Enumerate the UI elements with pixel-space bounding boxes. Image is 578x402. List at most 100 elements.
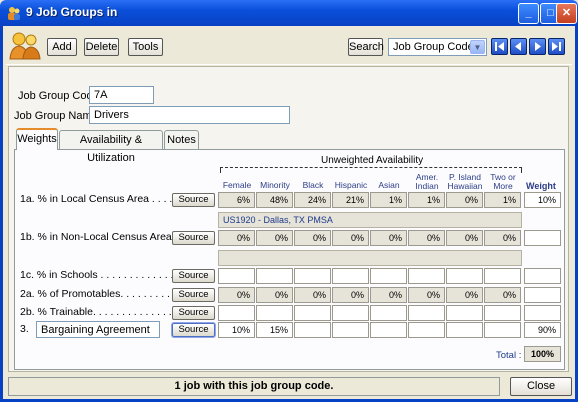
source-button[interactable]: Source — [171, 322, 216, 338]
availability-cell[interactable]: 0% — [370, 230, 407, 246]
availability-cell[interactable]: 0% — [294, 287, 331, 303]
source-button[interactable]: Source — [172, 306, 215, 320]
availability-cell[interactable] — [408, 268, 445, 284]
availability-cell[interactable]: 10% — [218, 322, 255, 338]
availability-cell[interactable] — [256, 268, 293, 284]
delete-button[interactable]: Delete — [84, 38, 119, 56]
availability-cell[interactable] — [332, 322, 369, 338]
availability-cell[interactable] — [446, 268, 483, 284]
availability-cell[interactable] — [484, 268, 521, 284]
weight-column-header: Weight — [526, 181, 556, 191]
first-record-button[interactable] — [491, 38, 508, 55]
minimize-icon: _ — [525, 7, 532, 19]
tab-weights[interactable]: Weights — [16, 128, 58, 150]
availability-cell[interactable]: 0% — [256, 287, 293, 303]
availability-cell[interactable]: 21% — [332, 192, 369, 208]
row-label: 1a. % in Local Census Area . . . . . . .… — [20, 193, 196, 205]
availability-cell[interactable] — [332, 268, 369, 284]
search-field-value: Job Group Code — [393, 41, 474, 53]
maximize-icon: □ — [547, 7, 554, 19]
availability-cell[interactable] — [446, 322, 483, 338]
row-label: 1c. % in Schools . . . . . . . . . . . .… — [20, 269, 197, 281]
availability-cell[interactable]: 0% — [446, 230, 483, 246]
availability-cell[interactable]: 6% — [218, 192, 255, 208]
availability-cell[interactable] — [484, 305, 521, 321]
availability-cell[interactable] — [294, 305, 331, 321]
previous-icon — [515, 42, 521, 51]
availability-cell[interactable] — [294, 268, 331, 284]
availability-cell[interactable]: 0% — [446, 192, 483, 208]
job-group-code-input[interactable]: 7A — [89, 86, 154, 104]
availability-cell[interactable]: 0% — [408, 230, 445, 246]
availability-cell[interactable] — [370, 305, 407, 321]
availability-cell[interactable]: 48% — [256, 192, 293, 208]
weight-input[interactable]: 90% — [524, 322, 561, 338]
row-label: 2b. % Trainable. . . . . . . . . . . . .… — [20, 306, 196, 318]
last-record-button[interactable] — [548, 38, 565, 55]
weight-input[interactable] — [524, 268, 561, 284]
window-title: 9 Job Groups in — [26, 5, 118, 19]
search-button[interactable]: Search — [348, 38, 384, 56]
availability-cell[interactable] — [218, 268, 255, 284]
availability-cell[interactable] — [294, 322, 331, 338]
availability-cell[interactable]: 0% — [446, 287, 483, 303]
non-local-area-name — [218, 250, 522, 266]
tab-availability-utilization[interactable]: Availability & Utilization — [59, 130, 163, 164]
availability-cell[interactable] — [218, 305, 255, 321]
tools-button[interactable]: Tools — [128, 38, 163, 56]
minimize-button[interactable]: _ — [518, 3, 539, 24]
first-icon — [495, 42, 504, 51]
availability-cell[interactable] — [408, 305, 445, 321]
toolbar-divider — [6, 64, 572, 65]
availability-cell[interactable]: 0% — [218, 230, 255, 246]
column-header-3: Hispanic — [334, 180, 368, 190]
availability-cell[interactable] — [256, 305, 293, 321]
availability-cell[interactable]: 0% — [256, 230, 293, 246]
availability-cell[interactable] — [408, 322, 445, 338]
availability-cell[interactable]: 1% — [370, 192, 407, 208]
column-header-7: More — [493, 181, 513, 191]
previous-record-button[interactable] — [510, 38, 527, 55]
availability-cell[interactable]: 0% — [408, 287, 445, 303]
source-button[interactable]: Source — [172, 231, 215, 245]
availability-cell[interactable]: 0% — [370, 287, 407, 303]
title-bar: 9 Job Groups in _ □ ✕ — [0, 0, 578, 26]
close-button[interactable]: Close — [510, 377, 572, 396]
availability-cell[interactable] — [446, 305, 483, 321]
availability-cell[interactable] — [332, 305, 369, 321]
source-button[interactable]: Source — [172, 193, 215, 207]
column-header-0: Female — [222, 180, 252, 190]
source-button[interactable]: Source — [172, 288, 215, 302]
source-button[interactable]: Source — [172, 269, 215, 283]
add-button[interactable]: Add — [47, 38, 77, 56]
availability-cell[interactable] — [370, 322, 407, 338]
row-label: 3. — [20, 323, 29, 335]
availability-cell[interactable]: 0% — [294, 230, 331, 246]
unweighted-availability-header: Unweighted Availability — [321, 155, 424, 166]
job-group-name-input[interactable]: Drivers — [89, 106, 290, 124]
search-field-select[interactable]: Job Group Code ▼ — [388, 38, 487, 56]
weight-input[interactable] — [524, 305, 561, 321]
availability-cell[interactable]: 15% — [256, 322, 293, 338]
availability-cell[interactable]: 1% — [408, 192, 445, 208]
availability-cell[interactable]: 24% — [294, 192, 331, 208]
availability-cell[interactable]: 0% — [332, 230, 369, 246]
availability-cell[interactable]: 0% — [218, 287, 255, 303]
availability-cell[interactable] — [370, 268, 407, 284]
custom-factor-input[interactable]: Bargaining Agreement — [36, 321, 160, 338]
weight-input[interactable]: 10% — [524, 192, 561, 208]
availability-cell[interactable]: 0% — [484, 230, 521, 246]
availability-cell[interactable] — [484, 322, 521, 338]
availability-cell[interactable]: 0% — [332, 287, 369, 303]
availability-cell[interactable]: 0% — [484, 287, 521, 303]
column-header-1: Minority — [260, 180, 290, 190]
weight-input[interactable] — [524, 287, 561, 303]
weight-input[interactable] — [524, 230, 561, 246]
close-window-button[interactable]: ✕ — [556, 3, 577, 24]
tab-notes[interactable]: Notes — [164, 130, 199, 149]
column-header-6: Hawaiian — [447, 181, 483, 191]
next-icon — [535, 42, 541, 51]
next-record-button[interactable] — [529, 38, 546, 55]
availability-cell[interactable]: 1% — [484, 192, 521, 208]
job-group-code-label: Job Group Code — [18, 90, 99, 102]
